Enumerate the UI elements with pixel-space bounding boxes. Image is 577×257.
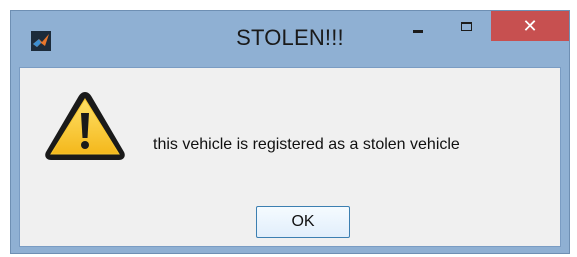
dialog-body: this vehicle is registered as a stolen v… (19, 67, 561, 247)
minimize-icon (413, 29, 423, 33)
minimize-button[interactable] (395, 11, 441, 41)
maximize-icon (460, 21, 472, 31)
ok-button[interactable]: OK (256, 206, 350, 238)
warning-icon (45, 92, 125, 160)
maximize-button[interactable] (443, 11, 489, 41)
title-bar[interactable]: STOLEN!!! ✕ (11, 11, 569, 67)
close-button[interactable]: ✕ (491, 11, 569, 41)
dialog-window: STOLEN!!! ✕ this vehicle is registered a… (10, 10, 570, 254)
close-icon: ✕ (522, 16, 538, 36)
dialog-message: this vehicle is registered as a stolen v… (153, 136, 460, 153)
